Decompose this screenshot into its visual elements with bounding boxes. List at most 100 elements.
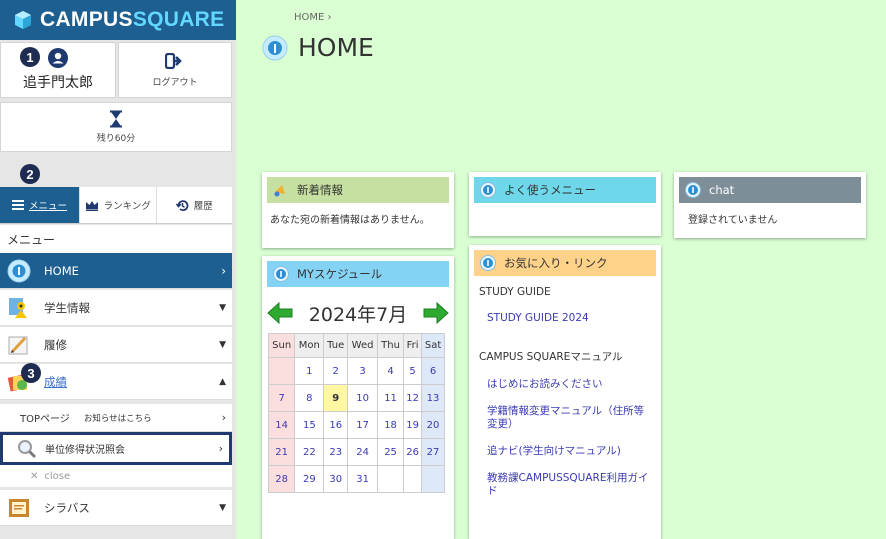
annotation-badge-1: 1 bbox=[20, 47, 40, 67]
calendar-day[interactable]: 9 bbox=[323, 384, 349, 412]
timer-label: 残り60分 bbox=[96, 134, 136, 144]
history-icon bbox=[175, 199, 189, 211]
calendar-day[interactable]: 10 bbox=[347, 384, 379, 412]
calendar-day[interactable]: 16 bbox=[323, 411, 349, 439]
sidebar-tabs: メニュー ランキング 履歴 bbox=[0, 187, 232, 224]
calendar-day[interactable]: 29 bbox=[294, 465, 325, 493]
calendar-weekday: Fri bbox=[403, 333, 423, 358]
calendar-day[interactable]: 7 bbox=[267, 384, 296, 412]
tab-history[interactable]: 履歴 bbox=[157, 187, 233, 223]
tab-menu[interactable]: メニュー bbox=[0, 187, 80, 223]
sub-item-grades-top[interactable]: TOPページ お知らせはこちら › bbox=[0, 404, 232, 432]
session-timer: 残り60分 bbox=[0, 102, 232, 152]
calendar-day[interactable]: 18 bbox=[377, 411, 405, 439]
close-icon: ✕ bbox=[30, 470, 39, 482]
calendar-weekday: Wed bbox=[347, 333, 379, 358]
calendar-day[interactable]: 5 bbox=[403, 357, 423, 385]
calendar-day[interactable]: 22 bbox=[294, 438, 325, 466]
megaphone-icon bbox=[274, 185, 285, 197]
sidebar-item-course[interactable]: 履修 ▼ bbox=[0, 327, 232, 363]
sidebar-item-home[interactable]: HOME › bbox=[0, 253, 232, 289]
calendar-day[interactable]: 2 bbox=[323, 357, 349, 385]
calendar-day[interactable]: 26 bbox=[403, 438, 423, 466]
calendar-weekday: Thu bbox=[377, 333, 405, 358]
submenu-close[interactable]: ✕ close bbox=[0, 465, 232, 487]
calendar-day[interactable]: 17 bbox=[347, 411, 379, 439]
calendar-day bbox=[377, 465, 405, 493]
prev-month-arrow-icon[interactable] bbox=[266, 302, 294, 324]
calendar-day[interactable]: 24 bbox=[347, 438, 379, 466]
calendar-day[interactable]: 27 bbox=[421, 438, 445, 466]
next-month-arrow-icon[interactable] bbox=[422, 302, 450, 324]
page-title-text: HOME bbox=[298, 33, 374, 62]
favorites-link-list: STUDY GUIDE STUDY GUIDE 2024 CAMPUS SQUA… bbox=[469, 276, 661, 522]
calendar-week-row: 14 15 16 17 18 19 20 bbox=[267, 411, 445, 439]
page-title: HOME bbox=[262, 33, 374, 62]
news-panel-body: あなた宛の新着情報はありません。 bbox=[270, 215, 430, 226]
chat-panel-title: chat bbox=[709, 183, 735, 197]
calendar-day[interactable]: 11 bbox=[377, 384, 405, 412]
calendar-day[interactable]: 30 bbox=[323, 465, 349, 493]
link-group-manual: CAMPUS SQUAREマニュアル bbox=[479, 351, 623, 363]
favorites-panel-header: お気に入り・リンク bbox=[474, 250, 656, 276]
chat-panel-body: 登録されていません bbox=[688, 215, 778, 226]
calendar-day[interactable]: 23 bbox=[323, 438, 349, 466]
calendar-day[interactable]: 31 bbox=[347, 465, 379, 493]
brand-logo[interactable]: CAMPUS SQUARE bbox=[0, 0, 236, 40]
frequent-menu-panel: よく使うメニュー bbox=[469, 172, 661, 236]
logout-label: ログアウト bbox=[152, 77, 198, 88]
calendar-day[interactable]: 6 bbox=[421, 357, 445, 385]
calendar-day[interactable]: 12 bbox=[403, 384, 423, 412]
calendar-weekday: Sat bbox=[421, 333, 445, 358]
calendar-day[interactable]: 8 bbox=[294, 384, 325, 412]
tab-ranking[interactable]: ランキング bbox=[80, 187, 157, 223]
calendar-weekday: Tue bbox=[323, 333, 349, 358]
schedule-panel: MYスケジュール 2024年7月 Sun Mon Tue Wed Thu Fri Sat 1… bbox=[262, 256, 454, 539]
calendar-week-row: 7 8 9 10 11 12 13 bbox=[267, 384, 445, 412]
chevron-up-icon: ▲ bbox=[219, 376, 226, 387]
sidebar-item-home-label: HOME bbox=[44, 263, 79, 278]
news-panel: 新着情報 あなた宛の新着情報はありません。 bbox=[262, 172, 454, 248]
link-address-change-manual[interactable]: 学籍情報変更マニュアル（住所等変更） bbox=[479, 405, 651, 431]
schedule-panel-header: MYスケジュール bbox=[267, 261, 449, 287]
link-read-first[interactable]: はじめにお読みください bbox=[479, 378, 651, 391]
breadcrumb[interactable]: HOME › bbox=[294, 12, 332, 23]
calendar-day[interactable]: 19 bbox=[403, 411, 423, 439]
user-name: 追手門太郎 bbox=[23, 75, 93, 91]
tab-ranking-label: ランキング bbox=[103, 201, 151, 212]
calendar-day[interactable]: 28 bbox=[267, 465, 296, 493]
calendar-day[interactable]: 20 bbox=[421, 411, 445, 439]
link-study-guide-2024[interactable]: STUDY GUIDE 2024 bbox=[479, 312, 651, 325]
info-icon bbox=[480, 182, 496, 198]
chevron-down-icon: ▼ bbox=[219, 339, 226, 350]
schedule-panel-title: MYスケジュール bbox=[297, 267, 383, 281]
link-campussquare-guide[interactable]: 教務課CAMPUSSQUARE利用ガイド bbox=[479, 472, 651, 498]
sub-item-grades-top-note: お知らせはこちら bbox=[83, 413, 152, 424]
calendar-weekday: Mon bbox=[294, 333, 325, 358]
calendar-day[interactable]: 25 bbox=[377, 438, 405, 466]
annotation-badge-2: 2 bbox=[20, 164, 40, 184]
calendar-day[interactable]: 3 bbox=[347, 357, 379, 385]
calendar-day[interactable]: 13 bbox=[421, 384, 445, 412]
crown-icon bbox=[85, 200, 98, 211]
tab-menu-label: メニュー bbox=[28, 201, 67, 212]
calendar-day[interactable]: 4 bbox=[377, 357, 405, 385]
hourglass-icon bbox=[110, 110, 122, 128]
calendar-day[interactable]: 21 bbox=[267, 438, 296, 466]
calendar-day[interactable]: 15 bbox=[294, 411, 325, 439]
logout-button[interactable]: ログアウト bbox=[118, 42, 232, 98]
hamburger-icon bbox=[11, 200, 24, 210]
calendar-day[interactable]: 14 bbox=[267, 411, 296, 439]
calendar-day bbox=[421, 465, 445, 493]
calendar-day bbox=[267, 357, 296, 385]
sidebar-item-student-info[interactable]: 学生情報 ▼ bbox=[0, 290, 232, 326]
user-profile[interactable]: 追手門太郎 bbox=[0, 42, 116, 98]
link-oinavi-manual[interactable]: 追ナビ(学生向けマニュアル) bbox=[479, 445, 651, 458]
sidebar-item-syllabus[interactable]: シラバス ▼ bbox=[0, 490, 232, 526]
cube-icon bbox=[15, 11, 31, 29]
calendar-day bbox=[403, 465, 423, 493]
calendar-nav: 2024年7月 bbox=[262, 293, 454, 333]
sub-item-credits[interactable]: 単位修得状況照会 › bbox=[0, 432, 232, 465]
calendar-week-row: 123456 bbox=[267, 357, 445, 385]
calendar-day[interactable]: 1 bbox=[294, 357, 325, 385]
